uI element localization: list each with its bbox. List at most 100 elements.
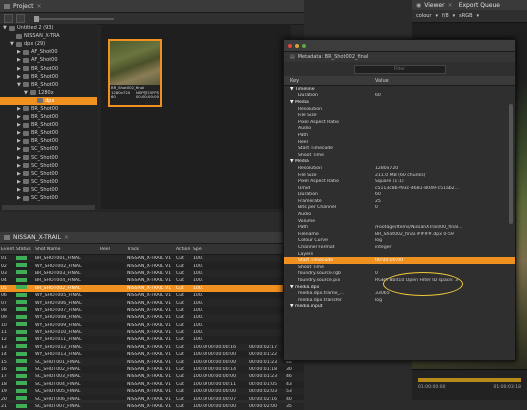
tree-item[interactable]: ▶ SC_Shot00 — [0, 162, 97, 170]
table-row[interactable]: 07 WY_SHOT006_FINAL NISSAN_X-TRAIL V1 Cut 10… — [0, 299, 304, 307]
tree-item[interactable]: ▼ BR_Shot00 — [0, 81, 97, 89]
colorspace-value[interactable]: sRGB — [459, 13, 472, 19]
metadata-row[interactable]: Umid c5113c8b-f93c-4681-8049-c51ab2... — [284, 185, 515, 192]
column-header[interactable]: Action — [175, 247, 192, 252]
metadata-row[interactable]: Filename BR_Shot002_final.####.dpx 0-59 — [284, 231, 515, 238]
table-row[interactable]: 18 SC_SHOT004_FINAL NISSAN_X-TRAIL V1 Cut 10… — [0, 381, 304, 388]
metadata-row[interactable]: Framerate 25 — [284, 198, 515, 205]
tab-export-queue[interactable]: Export Queue — [459, 2, 500, 9]
table-row[interactable]: 20 SC_SHOT006_FINAL NISSAN_X-TRAIL V1 Cut 10… — [0, 395, 304, 402]
column-header[interactable]: Reel — [99, 247, 126, 252]
tree-item[interactable]: ▶ BR_Shot00 — [0, 64, 97, 72]
metadata-row[interactable]: File Size 211.0 MB (60 chunks) — [284, 172, 515, 179]
table-row[interactable]: 12 WY_SHOT011_FINAL NISSAN_X-TRAIL V1 Cut 10… — [0, 336, 304, 343]
value-column-header[interactable]: Value — [375, 78, 389, 84]
metadata-row[interactable]: ▼ Timeline — [284, 86, 515, 93]
list-view-icon[interactable] — [4, 14, 13, 23]
column-header[interactable]: Event — [0, 247, 15, 252]
metadata-row[interactable]: Channel Format integer — [284, 244, 515, 251]
metadata-row[interactable]: File Size — [284, 112, 515, 119]
column-header[interactable]: Shot Name — [34, 247, 99, 252]
chevron-down-icon[interactable]: ▾ — [435, 13, 438, 19]
table-row[interactable]: 02 WY_SHOT002_FINAL NISSAN_X-TRAIL V1 Cut 10… — [0, 262, 304, 269]
metadata-row[interactable]: Start Timecode 00:00:00:00 — [284, 257, 515, 265]
tree-item[interactable]: ▼ 1280x — [0, 89, 97, 97]
table-row[interactable]: 05 BR_SHOT002_FINAL NISSAN_X-TRAIL V1 Cut 10… — [0, 284, 304, 292]
tree-item[interactable]: NISSAN_X-TRA — [0, 32, 97, 40]
tree-item[interactable]: ▶ SC_Shot00 — [0, 170, 97, 178]
chevron-down-icon[interactable]: ▾ — [453, 13, 456, 19]
metadata-row[interactable]: Shoot Time — [284, 264, 515, 271]
table-row[interactable]: 01 BR_SHOT001_FINAL NISSAN_X-TRAIL V1 Cut 10… — [0, 255, 304, 263]
tab-viewer[interactable]: ◉ Viewer × — [416, 2, 453, 9]
metadata-row[interactable]: ▼ media.input — [284, 304, 515, 311]
table-row[interactable]: 09 WY_SHOT008_FINAL NISSAN_X-TRAIL V1 Cut 10… — [0, 314, 304, 322]
tree-scrollbar[interactable] — [2, 205, 95, 210]
tree-item[interactable]: ▼ dpx (29) — [0, 40, 97, 48]
minimize-window-icon[interactable] — [295, 43, 299, 48]
clip-thumbnail[interactable]: BR_Shot002_final 1280x720 NSP@25FPS 60 0… — [108, 39, 162, 107]
tree-item[interactable]: ▶ AF_Shot00 — [0, 56, 97, 64]
table-row[interactable]: 15 SC_SHOT001_FINAL NISSAN_X-TRAIL V1 Cut 10… — [0, 358, 304, 366]
metadata-row[interactable]: Resolution — [284, 106, 515, 113]
metadata-row[interactable]: Path/Footage/Items/NissanXTrail/00_final… — [284, 224, 515, 231]
thumbnail-size-slider[interactable] — [34, 15, 114, 22]
metadata-row[interactable]: Shoot Time — [284, 152, 515, 159]
tree-item[interactable]: ▶ BR_Shot00 — [0, 129, 97, 137]
table-row[interactable]: 13 WY_SHOT012_FINAL NISSAN_X-TRAIL V1 Cut 10… — [0, 343, 304, 352]
column-header[interactable]: Spe — [192, 247, 207, 252]
metadata-title[interactable]: Metadata: BR_Shot002_final — [298, 54, 369, 60]
chevron-down-icon[interactable]: ▾ — [477, 13, 480, 19]
tab-sequence[interactable]: NISSAN_X-TRAIL × — [4, 234, 69, 241]
metadata-row[interactable]: ▼ Media — [284, 159, 515, 166]
metadata-row[interactable]: Audio — [284, 211, 515, 218]
tree-item[interactable]: ▼ Untitled 2 (93) — [0, 24, 97, 32]
metadata-row[interactable]: Resolution 1280x720 — [284, 165, 515, 172]
table-row[interactable]: 21 SC_SHOT007_FINAL NISSAN_X-TRAIL V1 Cut 10… — [0, 402, 304, 410]
tree-item[interactable]: ▶ SC_Shot00 — [0, 145, 97, 153]
filter-input[interactable]: Filter — [353, 64, 446, 74]
metadata-row[interactable]: Pixel Aspect Ratio — [284, 119, 515, 126]
tree-item[interactable]: ▶ BR_Shot00 — [0, 113, 97, 121]
table-row[interactable]: 17 SC_SHOT003_FINAL NISSAN_X-TRAIL V1 Cut 10… — [0, 373, 304, 381]
metadata-row[interactable]: Volume — [284, 218, 515, 225]
metadata-row[interactable]: Start Timecode — [284, 145, 515, 152]
table-row[interactable]: 08 WY_SHOT007_FINAL NISSAN_X-TRAIL V1 Cut 10… — [0, 307, 304, 314]
column-header[interactable]: Status — [15, 247, 34, 252]
tree-item[interactable]: dpx — [0, 96, 97, 105]
close-window-icon[interactable] — [288, 43, 292, 48]
zoom-value[interactable]: f/8 — [442, 13, 449, 19]
table-row[interactable]: 19 SC_SHOT005_FINAL NISSAN_X-TRAIL V1 Cut 10… — [0, 388, 304, 396]
metadata-row[interactable]: Audio — [284, 126, 515, 133]
metadata-row[interactable]: Bits per Channel 0 — [284, 205, 515, 212]
slider-knob[interactable] — [34, 15, 39, 22]
table-row[interactable]: 03 BR_SHOT003_FINAL NISSAN_X-TRAIL V1 Cut 10… — [0, 269, 304, 278]
table-row[interactable]: 14 WY_SHOT013_FINAL NISSAN_X-TRAIL V1 Cut 10… — [0, 351, 304, 358]
table-row[interactable]: 06 WY_SHOT005_FINAL NISSAN_X-TRAIL V1 Cut 10… — [0, 292, 304, 299]
table-row[interactable]: 11 WY_SHOT010_FINAL NISSAN_X-TRAIL V1 Cut 10… — [0, 328, 304, 337]
colour-label[interactable]: colour — [416, 13, 431, 19]
metadata-row[interactable]: Reel — [284, 139, 515, 146]
tree-item[interactable]: ▶ AF_Shot00 — [0, 48, 97, 56]
close-icon[interactable]: × — [64, 234, 69, 241]
grid-view-icon[interactable] — [16, 14, 25, 23]
metadata-row[interactable]: Path — [284, 132, 515, 139]
close-icon[interactable]: × — [448, 2, 453, 9]
metadata-row[interactable]: Duration 60 — [284, 93, 515, 100]
tree-item[interactable]: ▶ SC_Shot00 — [0, 194, 97, 202]
tree-item[interactable]: ▶ SC_Shot00 — [0, 186, 97, 194]
tab-project[interactable]: Project × — [4, 3, 42, 10]
tree-item[interactable]: ▶ BR_Shot00 — [0, 137, 97, 145]
table-row[interactable]: 16 SC_SHOT002_FINAL NISSAN_X-TRAIL V1 Cut 10… — [0, 366, 304, 373]
metadata-row[interactable]: Layers — [284, 251, 515, 258]
table-row[interactable]: 10 WY_SHOT009_FINAL NISSAN_X-TRAIL V1 Cut 10… — [0, 322, 304, 329]
table-row[interactable]: 04 BR_SHOT004_FINAL NISSAN_X-TRAIL V1 Cut 10… — [0, 277, 304, 284]
maximize-window-icon[interactable] — [302, 43, 306, 48]
tree-item[interactable]: ▶ BR_Shot00 — [0, 105, 97, 113]
column-header[interactable]: Track — [126, 247, 175, 252]
metadata-scrollbar[interactable] — [509, 104, 513, 224]
metadata-titlebar[interactable] — [284, 40, 515, 52]
metadata-row[interactable]: media.dpx.transfer log — [284, 297, 515, 304]
key-column-header[interactable]: Key — [284, 78, 375, 84]
tree-item[interactable]: ▶ BR_Shot00 — [0, 121, 97, 129]
